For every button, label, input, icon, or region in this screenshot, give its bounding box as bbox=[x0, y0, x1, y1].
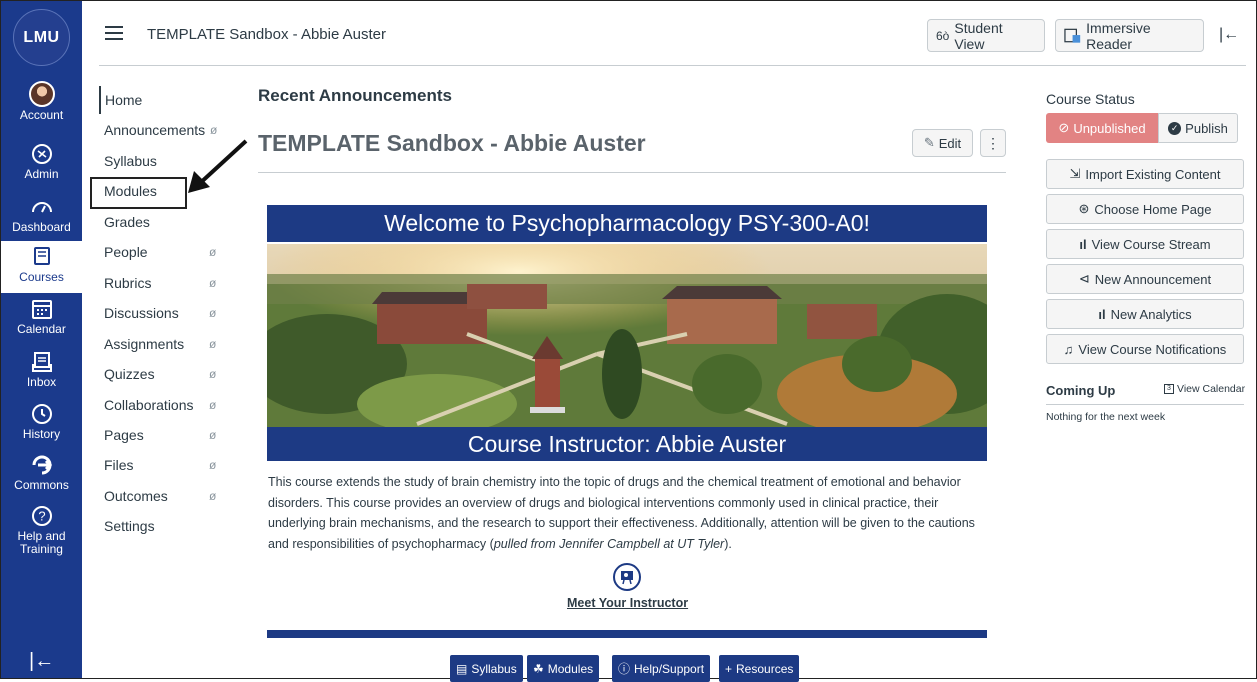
dashboard-icon bbox=[31, 202, 52, 213]
global-nav: LMU Account Admin Dashboard Courses Cale… bbox=[1, 1, 82, 678]
help-icon: ⓘ bbox=[618, 662, 631, 676]
breadcrumb[interactable]: TEMPLATE Sandbox - Abbie Auster bbox=[147, 26, 386, 43]
course-nav-quizzes[interactable]: Quizzes ø bbox=[99, 360, 239, 388]
svg-text:?: ? bbox=[38, 509, 45, 524]
plus-icon: + bbox=[725, 661, 733, 676]
global-nav-inbox[interactable]: Inbox bbox=[1, 350, 82, 389]
course-nav-files[interactable]: Files ø bbox=[99, 451, 239, 479]
modules-icon: ☘ bbox=[533, 661, 544, 676]
eye-hidden-icon: ø bbox=[209, 367, 217, 381]
instructor-banner: Course Instructor: Abbie Auster bbox=[267, 427, 987, 461]
view-notifications-button[interactable]: ♫ View Course Notifications bbox=[1046, 334, 1244, 364]
course-nav-home[interactable]: Home bbox=[99, 86, 239, 114]
new-analytics-button[interactable]: ıl New Analytics bbox=[1046, 299, 1244, 329]
recent-announcements-heading: Recent Announcements bbox=[258, 86, 452, 105]
course-nav-settings[interactable]: Settings bbox=[99, 512, 239, 540]
import-content-button[interactable]: ⇲ Import Existing Content bbox=[1046, 159, 1244, 189]
course-nav-people[interactable]: People ø bbox=[99, 238, 239, 266]
bell-icon: ♫ bbox=[1063, 341, 1074, 357]
page-title: TEMPLATE Sandbox - Abbie Auster bbox=[258, 130, 646, 156]
resources-quick-button[interactable]: + Resources bbox=[719, 655, 800, 682]
coming-up-heading: Coming Up bbox=[1046, 383, 1116, 398]
collapse-sidebar-icon[interactable]: |← bbox=[1219, 26, 1239, 44]
choose-home-page-button[interactable]: ⊛ Choose Home Page bbox=[1046, 194, 1244, 224]
global-nav-admin[interactable]: Admin bbox=[1, 142, 82, 181]
bottom-divider-bar bbox=[267, 630, 987, 638]
presentation-icon bbox=[621, 571, 633, 585]
welcome-banner: Welcome to Psychopharmacology PSY-300-A0… bbox=[267, 205, 987, 242]
check-circle-icon: ✓ bbox=[1168, 121, 1182, 135]
modules-highlight-box bbox=[90, 177, 187, 209]
annotation-arrow-icon bbox=[188, 139, 248, 193]
commons-icon bbox=[32, 455, 52, 475]
collapse-global-nav-icon[interactable]: |← bbox=[29, 650, 54, 673]
hamburger-menu-icon[interactable] bbox=[105, 26, 123, 40]
global-nav-courses[interactable]: Courses bbox=[1, 241, 82, 293]
calendar-icon bbox=[31, 300, 52, 319]
course-nav-assignments[interactable]: Assignments ø bbox=[99, 330, 239, 358]
course-nav-grades[interactable]: Grades bbox=[99, 208, 239, 236]
inbox-icon bbox=[31, 352, 52, 372]
book-icon bbox=[33, 247, 50, 265]
eye-hidden-icon: ø bbox=[209, 458, 217, 472]
megaphone-icon: ⊲ bbox=[1078, 271, 1090, 286]
global-nav-dashboard[interactable]: Dashboard bbox=[1, 195, 82, 234]
global-nav-help[interactable]: ? Help and Training bbox=[1, 504, 82, 556]
eye-hidden-icon: ø bbox=[209, 276, 217, 290]
more-options-button[interactable]: ⋮ bbox=[980, 129, 1006, 157]
course-nav-rubrics[interactable]: Rubrics ø bbox=[99, 269, 239, 297]
instructor-video-icon[interactable] bbox=[613, 563, 641, 591]
student-view-button[interactable]: 6ò Student View bbox=[927, 19, 1045, 52]
eye-hidden-icon: ø bbox=[209, 337, 217, 351]
course-nav-outcomes[interactable]: Outcomes ø bbox=[99, 482, 239, 510]
pencil-icon: ✎ bbox=[923, 135, 935, 150]
home-page-icon: ⊛ bbox=[1078, 201, 1090, 216]
new-announcement-button[interactable]: ⊲ New Announcement bbox=[1046, 264, 1244, 294]
cancel-circle-icon: ⊘ bbox=[1058, 120, 1070, 135]
import-icon: ⇲ bbox=[1069, 166, 1081, 181]
course-nav-collaborations[interactable]: Collaborations ø bbox=[99, 391, 239, 419]
view-course-stream-button[interactable]: ıl View Course Stream bbox=[1046, 229, 1244, 259]
modules-quick-button[interactable]: ☘ Modules bbox=[527, 655, 600, 682]
lmu-logo[interactable]: LMU bbox=[13, 9, 70, 66]
course-description: This course extends the study of brain c… bbox=[268, 475, 975, 551]
publish-button[interactable]: ✓ Publish bbox=[1158, 113, 1238, 143]
campus-aerial-image bbox=[267, 244, 987, 427]
unpublished-button[interactable]: ⊘ Unpublished bbox=[1046, 113, 1158, 143]
eye-hidden-icon: ø bbox=[209, 398, 217, 412]
global-nav-calendar[interactable]: Calendar bbox=[1, 297, 82, 336]
bar-chart-icon: ıl bbox=[1079, 236, 1087, 252]
title-divider bbox=[258, 172, 1006, 173]
coming-up-divider bbox=[1046, 404, 1244, 405]
bar-chart-icon: ıl bbox=[1098, 306, 1106, 322]
help-icon: ? bbox=[31, 506, 52, 526]
clock-icon bbox=[31, 404, 52, 424]
immersive-reader-button[interactable]: Immersive Reader bbox=[1055, 19, 1204, 52]
header-divider bbox=[99, 65, 1246, 66]
avatar bbox=[28, 81, 55, 107]
global-nav-account[interactable]: Account bbox=[1, 81, 82, 122]
calendar-icon: 3 bbox=[1164, 384, 1174, 394]
edit-button[interactable]: ✎ Edit bbox=[912, 129, 973, 157]
eye-hidden-icon: ø bbox=[209, 306, 217, 320]
coming-up-empty-text: Nothing for the next week bbox=[1046, 411, 1166, 423]
course-nav-pages[interactable]: Pages ø bbox=[99, 421, 239, 449]
shield-icon bbox=[31, 144, 52, 164]
course-nav-discussions[interactable]: Discussions ø bbox=[99, 299, 239, 327]
meet-instructor-link[interactable]: Meet Your Instructor bbox=[567, 596, 688, 610]
help-support-quick-button[interactable]: ⓘ Help/Support bbox=[612, 655, 711, 682]
syllabus-quick-button[interactable]: ▤ Syllabus bbox=[450, 655, 523, 682]
course-status-heading: Course Status bbox=[1046, 91, 1135, 107]
syllabus-icon: ▤ bbox=[456, 661, 468, 676]
global-nav-history[interactable]: History bbox=[1, 402, 82, 441]
global-nav-commons[interactable]: Commons bbox=[1, 453, 82, 492]
eye-hidden-icon: ø bbox=[209, 428, 217, 442]
eye-hidden-icon: ø bbox=[209, 489, 217, 503]
glasses-icon: 6ò bbox=[936, 28, 950, 43]
immersive-reader-icon bbox=[1064, 28, 1081, 43]
eye-hidden-icon: ø bbox=[209, 245, 217, 259]
view-calendar-link[interactable]: 3 View Calendar bbox=[1164, 383, 1245, 395]
